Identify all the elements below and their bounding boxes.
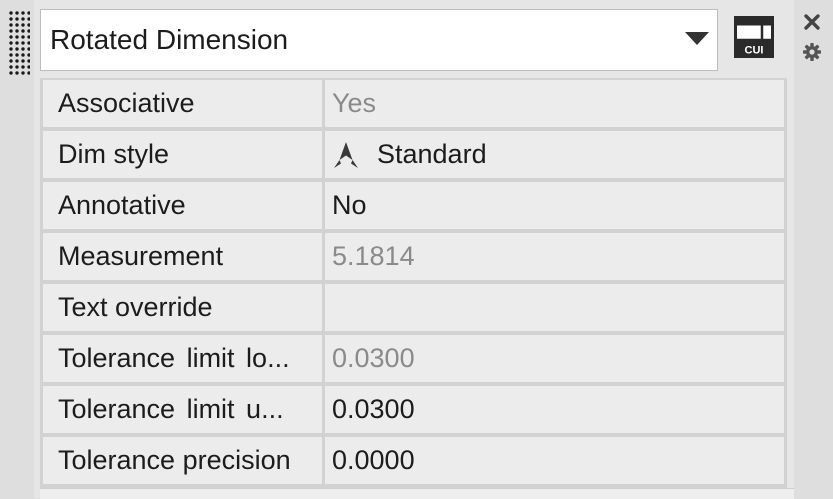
property-label: Tolerance limit lo... — [43, 335, 322, 382]
properties-grid: Associative Yes Dim style Standard Annot… — [40, 78, 787, 488]
panel-bottom-edge — [40, 488, 794, 499]
property-row-associative[interactable]: Associative Yes — [40, 78, 787, 128]
property-value[interactable]: 0.0000 — [325, 437, 784, 484]
property-row-dim-style[interactable]: Dim style Standard — [40, 129, 787, 179]
property-row-tolerance-limit-upper[interactable]: Tolerance limit u... 0.0300 — [40, 384, 787, 434]
object-type-label: Rotated Dimension — [50, 24, 289, 55]
gear-icon[interactable] — [802, 42, 822, 62]
property-value[interactable]: No — [325, 182, 784, 229]
property-value[interactable]: 0.0300 — [325, 386, 784, 433]
property-label: Annotative — [43, 182, 322, 229]
panel-grip-handle[interactable] — [8, 10, 30, 76]
property-value: 5.1814 — [325, 233, 784, 280]
chevron-down-icon[interactable] — [685, 32, 709, 45]
property-row-measurement[interactable]: Measurement 5.1814 — [40, 231, 787, 281]
close-icon[interactable] — [802, 12, 822, 32]
property-row-text-override[interactable]: Text override — [40, 282, 787, 332]
cui-label: CUI — [745, 45, 764, 57]
dimension-style-icon — [334, 141, 358, 168]
object-type-dropdown[interactable]: Rotated Dimension — [40, 9, 718, 71]
cui-icon[interactable]: CUI — [734, 16, 774, 58]
property-label: Dim style — [43, 131, 322, 178]
property-row-annotative[interactable]: Annotative No — [40, 180, 787, 230]
property-label: Associative — [43, 80, 322, 127]
property-label: Measurement — [43, 233, 322, 280]
property-value-cell[interactable]: Standard — [325, 131, 784, 178]
property-row-tolerance-limit-lower[interactable]: Tolerance limit lo... 0.0300 — [40, 333, 787, 383]
property-value: 0.0300 — [325, 335, 784, 382]
property-label: Tolerance precision — [43, 437, 322, 484]
property-label: Text override — [43, 284, 322, 331]
property-label: Tolerance limit u... — [43, 386, 322, 433]
property-value: Yes — [325, 80, 784, 127]
property-value: Standard — [377, 139, 487, 169]
property-row-tolerance-precision[interactable]: Tolerance precision 0.0000 — [40, 435, 787, 485]
text-override-input[interactable] — [325, 284, 784, 331]
